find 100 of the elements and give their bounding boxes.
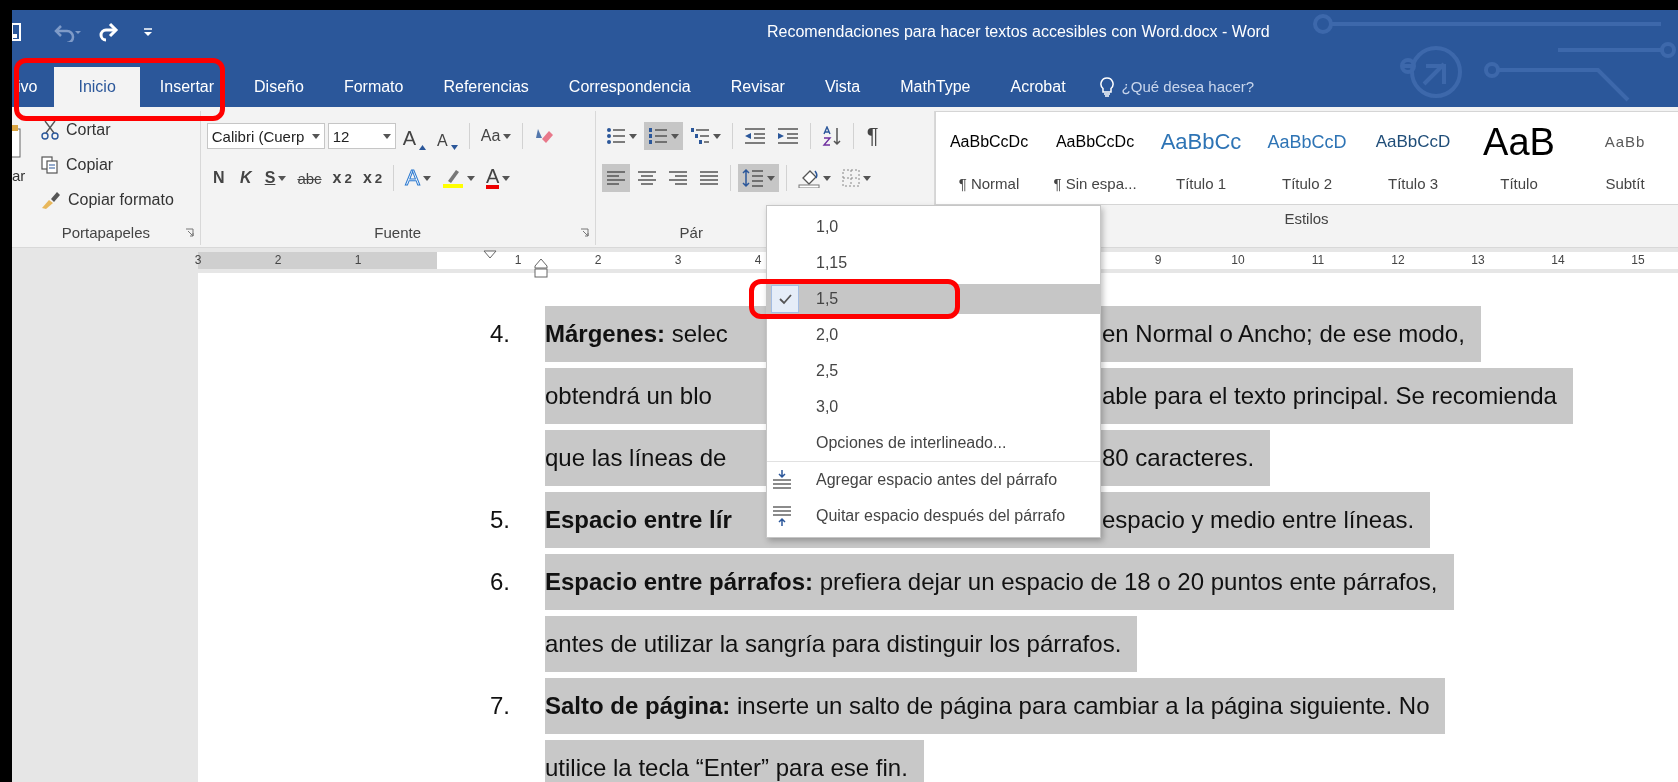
marks-button[interactable]: ¶ xyxy=(860,122,885,150)
menu-item[interactable]: Agregar espacio antes del párrafo xyxy=(767,465,1100,495)
font-color-button[interactable]: A xyxy=(481,164,515,192)
group-label: Pár xyxy=(679,223,703,241)
style-option[interactable]: AaBbCcD Título 2 xyxy=(1254,112,1360,204)
caret-icon xyxy=(822,175,831,181)
first-line-indent-marker[interactable] xyxy=(483,250,497,259)
ribbon-tab[interactable]: Insertar xyxy=(139,67,235,107)
grow-font-button[interactable]: A xyxy=(398,122,431,150)
ruler-number: 13 xyxy=(1471,253,1485,267)
paste-icon[interactable] xyxy=(12,125,24,159)
dialog-launcher-icon[interactable] xyxy=(184,228,194,237)
ruler-number: 15 xyxy=(1631,253,1645,267)
ruler-number: 14 xyxy=(1551,253,1565,267)
shrink-font-button[interactable]: A xyxy=(433,122,462,150)
paragraph-text: utilice la tecla “Enter” para ese fin. xyxy=(545,754,908,781)
highlighter-icon xyxy=(441,167,464,189)
sort-icon xyxy=(821,126,842,146)
caret-icon xyxy=(311,133,320,139)
align-left-button[interactable] xyxy=(601,164,630,192)
style-option[interactable]: AaBbCcD Título 3 xyxy=(1360,112,1466,204)
redo-icon[interactable] xyxy=(97,22,121,42)
style-option[interactable]: AaBbCcDc ¶ Normal xyxy=(936,112,1042,204)
menu-item[interactable]: 2,0 xyxy=(767,320,1100,350)
hanging-indent-marker[interactable] xyxy=(534,258,548,278)
window-title: Recomendaciones para hacer textos accesibles con Word.docx - Word xyxy=(767,23,1271,41)
style-option[interactable]: AaBbCc Título 1 xyxy=(1148,112,1254,204)
caret-icon xyxy=(862,175,871,181)
up-triangle-icon xyxy=(419,145,427,150)
ribbon-tab[interactable]: Diseño xyxy=(234,67,324,107)
caret-icon xyxy=(628,133,637,139)
caret-icon xyxy=(670,133,679,139)
ribbon-tab[interactable]: Correspondencia xyxy=(548,67,711,107)
caret-icon xyxy=(422,175,431,181)
tell-me-search[interactable]: ¿Qué desea hacer? xyxy=(1121,67,1255,107)
menu-item[interactable]: 1,0 xyxy=(767,212,1100,242)
group-label: Portapapeles xyxy=(61,223,151,241)
bullet-list-icon xyxy=(605,127,626,145)
paragraph-text: Espacio entre lír xyxy=(545,505,733,535)
list-number: 7. xyxy=(490,692,510,719)
style-option[interactable]: AaBb Subtít xyxy=(1572,112,1678,204)
underline-button[interactable]: S xyxy=(260,164,291,192)
caret-icon xyxy=(712,133,721,139)
ruler-number: 1 xyxy=(354,253,362,267)
line-spacing-button[interactable] xyxy=(737,164,779,192)
bold-button[interactable]: N xyxy=(206,164,231,192)
paragraph-text: espacio y medio entre líneas. xyxy=(1102,506,1415,533)
ribbon-tab[interactable]: Revisar xyxy=(710,67,805,107)
ruler-number: 2 xyxy=(594,253,602,267)
ribbon-tab[interactable]: Vista xyxy=(804,67,881,107)
caret-icon xyxy=(466,175,475,181)
ruler-number: 1 xyxy=(514,253,522,267)
decrease-indent-icon xyxy=(743,127,766,145)
increase-indent-icon xyxy=(776,127,799,145)
italic-button[interactable]: K xyxy=(233,164,258,192)
format-painter-button[interactable]: Copiar formato xyxy=(40,183,174,216)
menu-item[interactable]: Quitar espacio después del párrafo xyxy=(767,501,1100,531)
numbered-list-icon xyxy=(647,127,668,145)
numbering-button[interactable] xyxy=(643,122,683,150)
menu-item[interactable]: 2,5 xyxy=(767,356,1100,386)
copy-button[interactable]: Copiar xyxy=(40,148,174,181)
align-right-icon xyxy=(667,170,688,186)
lightbulb-icon xyxy=(1099,77,1114,97)
dialog-launcher-icon[interactable] xyxy=(579,228,589,237)
ruler-number: 11 xyxy=(1311,253,1325,267)
font-size-field[interactable]: 12 xyxy=(327,123,396,149)
paragraph-text: antes de utilizar la sangría para distinguir los párrafos. xyxy=(545,630,1122,657)
ruler-number: 3 xyxy=(674,253,682,267)
cut-button[interactable]: Cortar xyxy=(40,113,174,146)
strikethrough-button[interactable]: abc xyxy=(293,164,326,192)
style-option[interactable]: AaB Título xyxy=(1466,112,1572,204)
paragraph-text: able para el texto principal. Se recomienda xyxy=(1102,382,1557,409)
ruler-number: 4 xyxy=(754,253,762,267)
font-name-field[interactable]: Calibri (Cuerp xyxy=(206,123,325,149)
menu-item[interactable]: 1,15 xyxy=(767,248,1100,278)
menu-item[interactable]: 1,5 xyxy=(767,284,1100,314)
paragraph-text: Salto de página: inserte un salto de página para cambiar a la página siguiente. No xyxy=(545,692,1430,719)
border-grid-icon xyxy=(841,169,860,187)
ruler-number: 2 xyxy=(274,253,282,267)
menu-item[interactable]: 3,0 xyxy=(767,392,1100,422)
align-center-icon xyxy=(636,170,657,186)
caret-icon xyxy=(278,175,287,181)
ribbon-tab[interactable]: Inicio xyxy=(54,67,140,107)
paste-label[interactable]: ar xyxy=(12,167,40,184)
style-option[interactable]: AaBbCcDc ¶ Sin espa... xyxy=(1042,112,1148,204)
caret-icon xyxy=(766,175,775,181)
customize-toolbar-icon[interactable] xyxy=(143,27,153,37)
ruler-number: 10 xyxy=(1231,253,1245,267)
scissors-icon xyxy=(40,119,60,140)
align-left-icon xyxy=(605,170,626,186)
list-number: 6. xyxy=(490,568,510,595)
change-case-button[interactable]: Aa xyxy=(476,122,516,150)
ribbon-tab[interactable]: Formato xyxy=(323,67,424,107)
save-icon[interactable] xyxy=(12,22,21,42)
menu-item[interactable]: Opciones de interlineado... xyxy=(767,428,1100,458)
paragraph-text: Espacio entre párrafos: prefiera dejar un espacio de 18 o 20 puntos ente párrafos, xyxy=(545,568,1438,595)
ribbon-tab[interactable]: Referencias xyxy=(423,67,549,107)
ribbon-tab[interactable]: MathType xyxy=(880,67,991,107)
remove-space-after-icon xyxy=(771,505,793,527)
ribbon-tab[interactable]: Acrobat xyxy=(990,67,1086,107)
